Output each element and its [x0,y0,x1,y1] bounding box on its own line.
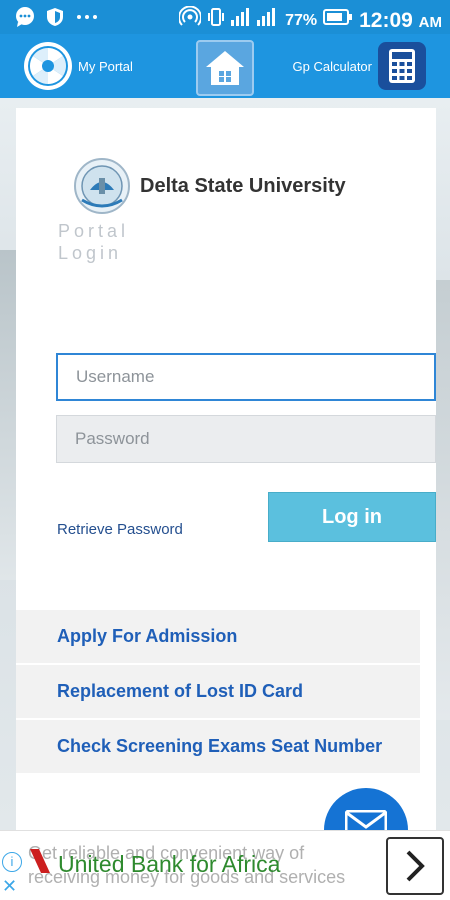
login-card: Delta State University Portal Login Retr… [16,108,436,830]
status-bar: 77% 12:09 AM [0,0,450,34]
home-button[interactable] [196,40,254,96]
portal-login-heading: Portal Login [58,220,129,264]
home-icon [206,51,244,85]
password-input[interactable] [56,415,436,463]
replace-id-card-link[interactable]: Replacement of Lost ID Card [16,665,420,718]
gp-calculator-button[interactable]: Gp Calculator [293,42,426,90]
ad-next-button[interactable] [386,837,444,895]
retrieve-password-link[interactable]: Retrieve Password [57,521,183,538]
clock-time: 12:09 [359,8,413,32]
gp-calculator-label: Gp Calculator [292,58,372,74]
portal-line-1: Portal [58,221,130,241]
ad-banner[interactable]: Get reliable and convenient way of recei… [0,830,450,900]
hotspot-icon [178,5,203,35]
calculator-icon [378,42,426,90]
university-seal-icon [74,158,130,214]
battery-percent: 77% [285,11,318,29]
screening-seat-number-link[interactable]: Check Screening Exams Seat Number [16,720,420,773]
username-input[interactable] [56,353,436,401]
quick-links: Apply For Admission Replacement of Lost … [16,610,420,775]
apply-admission-link[interactable]: Apply For Admission [16,610,420,663]
top-navigation: My Portal Gp Calculator [0,34,450,98]
ad-info-icon[interactable]: i [2,852,22,872]
background-tree-right [436,280,450,720]
portal-logo-icon [24,42,72,90]
brand-header: Delta State University [72,156,346,216]
chevron-right-icon [406,850,425,882]
background-tree-left [0,250,16,580]
clock: 12:09 AM [359,9,442,33]
login-button[interactable]: Log in [268,492,436,542]
vibrate-icon [207,6,225,35]
ad-title: United Bank for Africa [58,851,281,877]
shield-icon [46,7,64,34]
portal-line-2: Login [58,243,123,263]
ad-close-icon[interactable]: ✕ [2,876,17,897]
battery-icon [323,7,353,34]
signal-icon [231,6,279,35]
my-portal-label: My Portal [78,58,133,74]
my-portal-button[interactable]: My Portal [24,42,133,90]
more-dots-icon [74,6,100,35]
message-icon [14,6,36,35]
university-name: Delta State University [140,174,346,197]
clock-ampm: AM [418,13,442,31]
